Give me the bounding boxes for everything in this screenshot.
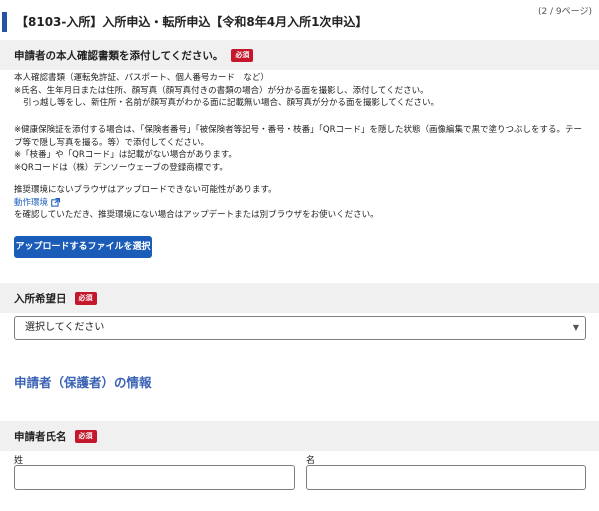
name-section-label: 申請者氏名: [14, 430, 67, 443]
instruction-line: プ等で隠し写真を撮る。等）で添付してください。: [14, 137, 209, 148]
instruction-line: を確認していただき、推奨環境にない場合はアップデートまたは別ブラウザをお使いくだ…: [14, 210, 379, 220]
entry-date-select-value: 選択してください: [25, 322, 105, 333]
required-badge: 必須: [74, 291, 97, 305]
operating-environment-link-label: 動作環境: [14, 197, 49, 208]
doc-section-label: 申請者の本人確認書類を添付してください。: [14, 49, 224, 62]
page-indicator: (2 / 9ページ): [537, 7, 592, 17]
operating-environment-link[interactable]: 動作環境: [14, 197, 379, 210]
instruction-line: ※健康保険証を添付する場合は、「保険者番号」「被保険者等記号・番号・枝番」「QR…: [14, 125, 583, 135]
instruction-line: ※氏名、生年月日または住所、顔写真（顔写真付きの書類の場合）が分かる面を撮影し、…: [14, 85, 429, 96]
instruction-line: ※「枝番」や「QRコード」は記載がない場合があります。: [14, 150, 237, 160]
required-badge: 必須: [231, 48, 254, 62]
doc-instructions-2: ※健康保険証を添付する場合は、「保険者番号」「被保険者等記号・番号・枝番」「QR…: [14, 124, 582, 174]
chevron-down-icon: ▼: [572, 323, 579, 332]
doc-instructions-3: 推奨環境にないブラウザはアップロードできない可能性があります。 動作環境 を確認…: [14, 184, 379, 222]
last-name-input[interactable]: [14, 465, 295, 490]
date-section-label: 入所希望日: [14, 292, 67, 305]
instruction-line: 推奨環境にないブラウザはアップロードできない可能性があります。: [14, 185, 277, 195]
doc-instructions-1: 本人確認書類（運転免許証、パスポート、個人番号カード など） ※氏名、生年月日ま…: [14, 72, 439, 110]
first-name-input[interactable]: [306, 465, 586, 490]
instruction-line: 引っ越し等をし、新住所・名前が顔写真がわかる面に記載無い場合、顔写真が分かる面を…: [23, 98, 439, 108]
required-badge: 必須: [74, 429, 97, 443]
name-section-header: 申請者氏名 必須: [0, 421, 599, 451]
form-title: 【8103-入所】入所申込・転所申込【令和8年4月入所1次申込】: [2, 12, 367, 32]
doc-section-header: 申請者の本人確認書類を添付してください。 必須: [0, 40, 599, 70]
date-section-header: 入所希望日 必須: [0, 283, 599, 313]
instruction-line: 本人確認書類（運転免許証、パスポート、個人番号カード など）: [14, 73, 269, 83]
upload-file-button[interactable]: アップロードするファイルを選択: [14, 236, 152, 258]
instruction-line: ※QRコードは（株）デンソーウェーブの登録商標です。: [14, 162, 228, 173]
entry-date-select[interactable]: 選択してください ▼: [14, 316, 586, 340]
external-link-icon: [51, 198, 61, 207]
guardian-info-heading: 申請者（保護者）の情報: [14, 375, 152, 390]
